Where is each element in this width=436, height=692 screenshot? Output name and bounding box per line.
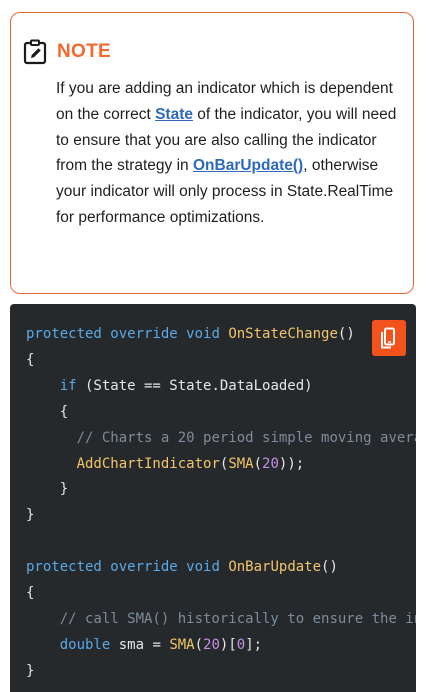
code-token: } — [26, 662, 35, 679]
code-block: protected override void OnStateChange() … — [10, 304, 416, 692]
code-token: protected — [26, 326, 102, 342]
code-token: ]; — [245, 636, 263, 653]
code-token: ( — [194, 636, 204, 653]
code-token: } — [26, 507, 35, 524]
code-token: (State == State.DataLoaded) — [76, 377, 313, 394]
code-token: { — [26, 351, 35, 368]
code-comment: // Charts a 20 period simple moving aver… — [76, 429, 416, 446]
code-token: override — [110, 326, 178, 342]
code-token: )[ — [219, 636, 237, 653]
code-token: protected — [26, 559, 102, 576]
code-token: void — [186, 326, 220, 342]
note-title: NOTE — [57, 41, 111, 62]
code-token: { — [26, 585, 35, 602]
code-token: OnStateChange — [228, 326, 338, 342]
code-content: protected override void OnStateChange() … — [26, 322, 416, 685]
code-token: void — [186, 559, 220, 576]
copy-code-button[interactable] — [372, 320, 406, 356]
code-token: override — [110, 559, 178, 576]
code-token: SMA — [169, 636, 195, 653]
code-token: if — [59, 377, 77, 394]
code-number: 0 — [236, 636, 246, 653]
code-comment: // call SMA() historically to ensure the… — [59, 610, 416, 627]
note-header: NOTE — [23, 39, 111, 65]
note-text: If you are adding an indicator which is … — [56, 76, 401, 231]
code-token: () — [321, 559, 338, 576]
code-token: )); — [278, 455, 305, 472]
code-token: { — [59, 403, 69, 420]
onbarupdate-link[interactable]: OnBarUpdate() — [193, 157, 303, 174]
clipboard-edit-icon — [23, 39, 47, 65]
code-token: ( — [253, 455, 263, 472]
state-link[interactable]: State — [155, 106, 193, 123]
code-token: SMA — [228, 455, 254, 472]
code-token: } — [59, 481, 69, 498]
note-callout: NOTE If you are adding an indicator whic… — [10, 12, 414, 294]
copy-icon — [381, 327, 395, 349]
code-number: 20 — [203, 636, 220, 653]
code-token: sma = — [110, 636, 170, 653]
code-number: 20 — [262, 455, 279, 472]
code-token: OnBarUpdate — [228, 559, 322, 576]
code-token: () — [337, 326, 355, 342]
code-token: AddChartIndicator — [76, 455, 220, 472]
code-token: double — [59, 636, 111, 653]
